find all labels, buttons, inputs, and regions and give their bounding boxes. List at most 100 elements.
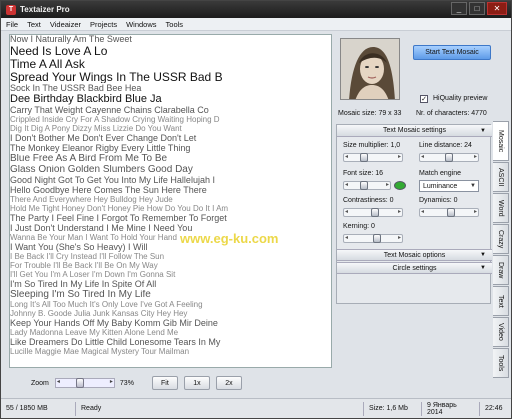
kerning-label: Kerning: 0 (343, 223, 375, 230)
kerning-thumb[interactable] (372, 234, 381, 243)
slider-right-arrow-icon[interactable]: ▸ (474, 208, 477, 215)
size-multiplier-slider[interactable]: ◂ ▸ (343, 153, 403, 162)
settings-header-label: Text Mosaic settings (382, 127, 447, 134)
maximize-button[interactable]: □ (469, 2, 485, 15)
line-distance-thumb[interactable] (445, 153, 454, 162)
mosaic-line: Lucille Maggie Mae Magical Mystery Tour … (10, 348, 190, 356)
zoom-percent: 73% (119, 379, 134, 387)
contrastiness-slider[interactable]: ◂ ▸ (343, 208, 403, 217)
mosaic-line: Like Dreamers Do Little Child Lonesome T… (10, 338, 221, 347)
text-mosaic-options-header[interactable]: Text Mosaic options ▼ (337, 249, 492, 261)
font-color-swatch[interactable] (394, 181, 406, 190)
mosaic-line: For Trouble I'll Be Back I'll Be On My W… (10, 262, 158, 270)
expand-arrow-icon[interactable]: ▼ (480, 252, 486, 258)
slider-left-arrow-icon[interactable]: ◂ (345, 208, 348, 215)
status-date: 9 Январь 2014 (422, 401, 480, 416)
tab-text[interactable]: Text (493, 286, 509, 316)
match-engine-select[interactable]: Luminance ▼ (419, 180, 479, 192)
mosaic-line: Now I Naturally Am The Sweet (10, 35, 132, 44)
mosaic-line: There And Everywhere Hey Bulldog Hey Jud… (10, 196, 173, 204)
dynamics-label: Dynamics: 0 (419, 197, 458, 204)
mosaic-line: Hold Me Tight Honey Don't Honey Pie How … (10, 205, 229, 213)
mosaic-line: I'm So Tired In My Life In Spite Of All (10, 280, 157, 289)
zoom-left-arrow-icon[interactable]: ◂ (57, 378, 60, 385)
font-size-thumb[interactable] (360, 181, 369, 190)
mosaic-line: The Monkey Eleanor Rigby Every Little Th… (10, 144, 191, 153)
slider-right-arrow-icon[interactable]: ▸ (398, 153, 401, 160)
slider-right-arrow-icon[interactable]: ▸ (386, 181, 389, 188)
mosaic-canvas[interactable]: Now I Naturally Am The Sweet Need Is Love… (9, 34, 332, 368)
mosaic-line: Dee Birthday Blackbird Blue Ja (10, 94, 162, 105)
source-image-thumbnail (340, 38, 400, 100)
slider-left-arrow-icon[interactable]: ◂ (421, 153, 424, 160)
status-time: 22:46 (485, 405, 503, 412)
tab-mosaic[interactable]: Mosaic (493, 121, 509, 161)
zoom-slider[interactable]: ◂ ▸ (54, 378, 115, 388)
expand-arrow-icon[interactable]: ▼ (480, 265, 486, 271)
window-title: Textaizer Pro (20, 5, 70, 14)
match-engine-label: Match engine (419, 170, 462, 177)
dropdown-arrow-icon[interactable]: ▼ (470, 183, 476, 189)
right-panel: Start Text Mosaic ✓ HiQuality preview Mo… (336, 34, 492, 395)
text-mosaic-settings-header[interactable]: Text Mosaic settings ▼ (337, 125, 492, 137)
status-text: Ready (76, 401, 364, 416)
mosaic-line: Sock In The USSR Bad Bee Hea (10, 84, 142, 93)
match-engine-value: Luminance (423, 182, 458, 190)
tab-word[interactable]: Word (493, 193, 509, 223)
slider-left-arrow-icon[interactable]: ◂ (345, 181, 348, 188)
kerning-slider[interactable]: ◂ ▸ (343, 234, 403, 243)
tab-crazy[interactable]: Crazy (493, 224, 509, 254)
zoom-1x-button[interactable]: 1x (183, 376, 210, 390)
menu-projects[interactable]: Projects (90, 20, 117, 29)
contrastiness-thumb[interactable] (371, 208, 379, 217)
mosaic-line: I Want You (She's So Heavy) I Will (10, 243, 148, 252)
menu-tools[interactable]: Tools (166, 20, 184, 29)
portrait-image (341, 39, 399, 99)
tab-tools[interactable]: Tools (493, 348, 509, 378)
zoom-right-arrow-icon[interactable]: ▸ (110, 378, 113, 385)
mosaic-line: Crippled Inside Cry For A Shadow Crying … (10, 116, 220, 124)
slider-left-arrow-icon[interactable]: ◂ (345, 234, 348, 241)
slider-left-arrow-icon[interactable]: ◂ (345, 153, 348, 160)
minimize-button[interactable]: _ (451, 2, 467, 15)
dynamics-slider[interactable]: ◂ ▸ (419, 208, 479, 217)
circle-settings-header[interactable]: Circle settings ▼ (337, 262, 492, 274)
status-bar: 55 / 1850 MB Ready Size: 1,6 Mb 9 Январь… (1, 398, 511, 418)
close-button[interactable]: ✕ (487, 2, 507, 15)
nr-of-characters-text: Nr. of characters: 4770 (416, 110, 487, 117)
start-text-mosaic-button[interactable]: Start Text Mosaic (413, 45, 491, 60)
fit-button[interactable]: Fit (151, 376, 178, 390)
zoom-slider-thumb[interactable] (75, 378, 84, 388)
slider-right-arrow-icon[interactable]: ▸ (398, 208, 401, 215)
line-distance-slider[interactable]: ◂ ▸ (419, 153, 479, 162)
hiquality-label: HiQuality preview (433, 95, 488, 102)
line-distance-label: Line distance: 24 (419, 142, 472, 149)
hiquality-checkbox[interactable]: ✓ (420, 95, 428, 103)
options-header-label: Text Mosaic options (383, 251, 446, 259)
menu-text[interactable]: Text (27, 20, 41, 29)
mosaic-line: I Be Back I'll Cry Instead I'll Follow T… (10, 253, 165, 261)
mosaic-line: Spread Your Wings In The USSR Bad B (10, 71, 223, 83)
menu-bar: File Text Videaizer Projects Windows Too… (1, 18, 511, 31)
mosaic-line: Wanna Be Your Man I Want To Hold Your Ha… (10, 234, 177, 242)
zoom-2x-button[interactable]: 2x (215, 376, 242, 390)
size-multiplier-thumb[interactable] (360, 153, 369, 162)
memory-usage: 55 / 1850 MB (1, 401, 76, 416)
mosaic-line: Time A All Ask (10, 58, 85, 70)
collapse-arrow-icon[interactable]: ▼ (480, 128, 486, 134)
mosaic-line: Keep Your Hands Off My Baby Komm Gib Mir… (10, 319, 218, 328)
mosaic-line: Johnny B. Goode Julia Junk Kansas City H… (10, 310, 188, 318)
font-size-slider[interactable]: ◂ ▸ (343, 181, 391, 190)
tab-draw[interactable]: Draw (493, 255, 509, 285)
slider-right-arrow-icon[interactable]: ▸ (398, 234, 401, 241)
slider-left-arrow-icon[interactable]: ◂ (421, 208, 424, 215)
tab-ascii[interactable]: ASCII (493, 162, 509, 192)
menu-videaizer[interactable]: Videaizer (50, 20, 81, 29)
dynamics-thumb[interactable] (447, 208, 455, 217)
circle-header-label: Circle settings (392, 264, 437, 272)
menu-windows[interactable]: Windows (126, 20, 156, 29)
tab-video[interactable]: Video (493, 317, 509, 347)
mosaic-text-lines: Now I Naturally Am The Sweet Need Is Love… (10, 35, 331, 367)
slider-right-arrow-icon[interactable]: ▸ (474, 153, 477, 160)
menu-file[interactable]: File (6, 20, 18, 29)
